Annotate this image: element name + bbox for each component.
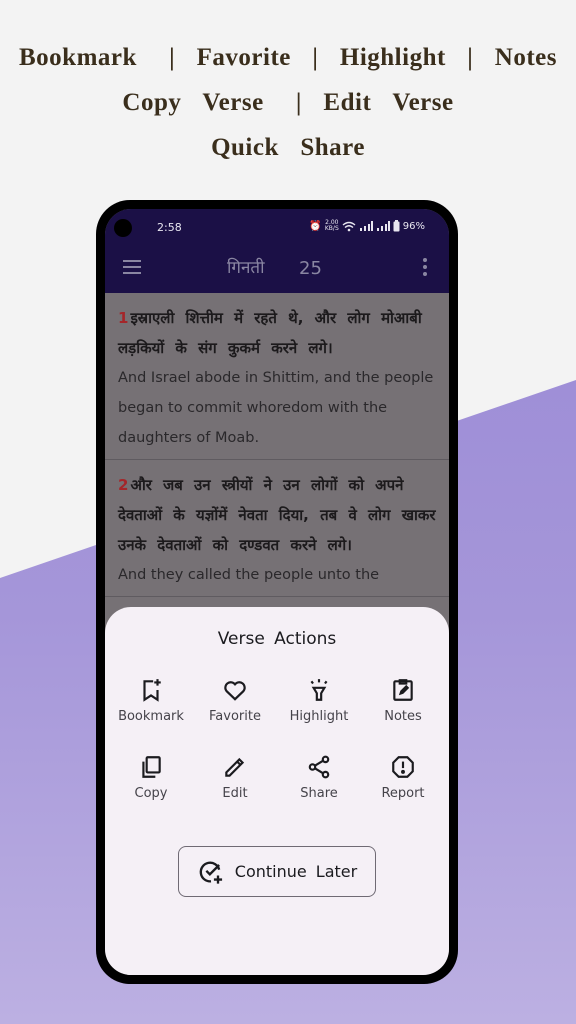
- verse-number: 1: [118, 309, 129, 327]
- menu-icon[interactable]: [123, 260, 141, 274]
- heart-icon: [224, 681, 246, 701]
- verse-hindi: 1 इस्राएली शित्तीम में रहते थे, और लोग मो…: [118, 303, 436, 363]
- favorite-action[interactable]: Favorite: [193, 677, 277, 724]
- bookmark-action[interactable]: Bookmark: [109, 677, 193, 724]
- report-icon: [392, 756, 414, 778]
- book-title[interactable]: गिनती: [227, 255, 265, 278]
- action-label: Favorite: [209, 709, 261, 724]
- action-label: Edit: [222, 786, 248, 801]
- signal-icon: [359, 221, 373, 231]
- share-icon: [308, 755, 330, 779]
- actions-grid: Bookmark Favorite Highlight Notes Copy E…: [105, 677, 449, 801]
- continue-later-button[interactable]: Continue Later: [178, 846, 376, 897]
- wifi-icon: [342, 221, 356, 231]
- verse-english: And Israel abode in Shittim, and the peo…: [118, 370, 434, 446]
- highlight-icon: [310, 679, 328, 701]
- speed-unit: KB/S: [324, 225, 339, 232]
- phone-frame: 2:58 ⏰ 2.00 KB/S 96% गिनती 25 1 इस्राएली…: [96, 200, 458, 984]
- check-circle-add-icon: [199, 861, 222, 884]
- verse-english: And they called the people unto the: [118, 567, 380, 583]
- continue-later-label: Continue Later: [234, 862, 358, 881]
- verse-item[interactable]: 1 इस्राएली शित्तीम में रहते थे, और लोग मो…: [105, 293, 449, 460]
- notes-action[interactable]: Notes: [361, 677, 445, 724]
- promo-line-1: Bookmark | Favorite | Highlight | Notes: [18, 44, 558, 71]
- action-label: Copy: [134, 786, 168, 801]
- battery-percent: 96%: [402, 220, 425, 232]
- promo-line-3: Quick Share: [211, 134, 365, 161]
- report-action[interactable]: Report: [361, 754, 445, 801]
- action-label: Share: [300, 786, 338, 801]
- status-time: 2:58: [157, 221, 182, 234]
- status-icons: ⏰ 2.00 KB/S 96%: [309, 220, 425, 232]
- verse-item[interactable]: 2 और जब उन स्त्रीयों ने उन लोगों को अपने …: [105, 460, 449, 597]
- share-action[interactable]: Share: [277, 754, 361, 801]
- verse-hindi: 2 और जब उन स्त्रीयों ने उन लोगों को अपने …: [118, 470, 436, 560]
- pencil-icon: [225, 757, 245, 777]
- action-label: Notes: [384, 709, 422, 724]
- sheet-title: Verse Actions: [217, 629, 337, 649]
- battery-icon: [393, 220, 400, 232]
- verse-hindi-text: इस्राएली शित्तीम में रहते थे, और लोग मोआ…: [118, 309, 422, 357]
- network-speed: 2.00 KB/S: [325, 220, 339, 232]
- action-label: Report: [381, 786, 425, 801]
- edit-action[interactable]: Edit: [193, 754, 277, 801]
- signal-icon: [376, 221, 390, 231]
- app-bar: गिनती 25: [105, 245, 449, 293]
- verse-hindi-text: और जब उन स्त्रीयों ने उन लोगों को अपने द…: [118, 476, 436, 554]
- chapter-number[interactable]: 25: [299, 258, 322, 279]
- verse-actions-sheet: Verse Actions Bookmark Favorite Highligh…: [105, 607, 449, 975]
- copy-action[interactable]: Copy: [109, 754, 193, 801]
- notes-icon: [393, 679, 413, 701]
- action-label: Bookmark: [118, 709, 184, 724]
- phone-screen: 2:58 ⏰ 2.00 KB/S 96% गिनती 25 1 इस्राएली…: [105, 209, 449, 975]
- verse-number: 2: [118, 476, 129, 494]
- highlight-action[interactable]: Highlight: [277, 677, 361, 724]
- promo-line-2: Copy Verse | Edit Verse: [122, 89, 454, 116]
- copy-icon: [142, 756, 161, 778]
- action-label: Highlight: [289, 709, 349, 724]
- camera-cutout: [114, 219, 132, 237]
- more-options-icon[interactable]: [423, 258, 427, 279]
- alarm-icon: ⏰: [309, 220, 322, 232]
- status-bar: 2:58 ⏰ 2.00 KB/S 96%: [105, 209, 449, 245]
- bookmark-add-icon: [143, 679, 161, 702]
